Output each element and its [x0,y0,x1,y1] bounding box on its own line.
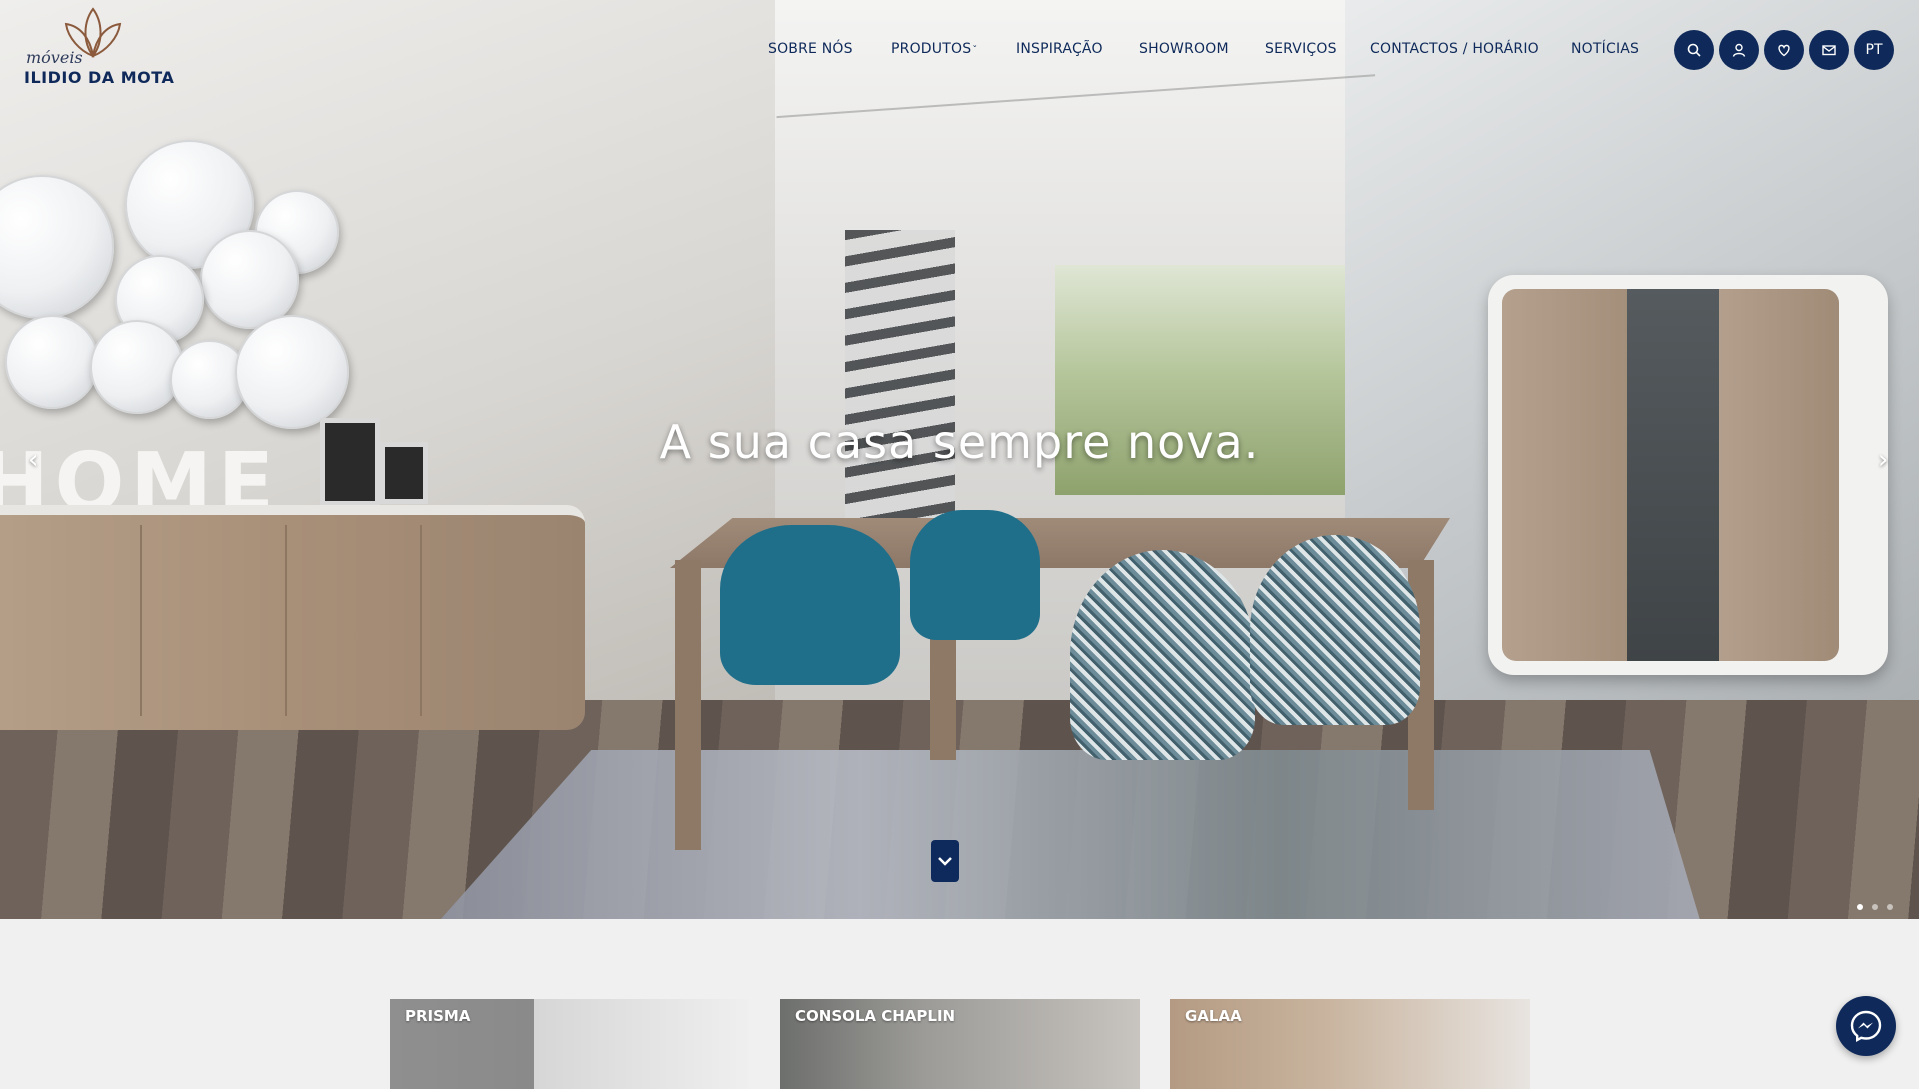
favorites-button[interactable] [1764,30,1804,70]
scroll-down-button[interactable] [931,840,959,882]
account-button[interactable] [1719,30,1759,70]
slider-prev-arrow[interactable]: ‹ [28,445,38,475]
language-selector[interactable]: PT [1854,30,1894,70]
hero-slider: HOME A sua casa sempre nova. ‹ › [0,0,1919,919]
nav-item-inspiracao[interactable]: INSPIRAÇÃO [1016,41,1103,57]
product-card-consola-chaplin[interactable]: CONSOLA CHAPLIN [780,999,1140,1089]
nav-item-produtos[interactable]: PRODUTOSˇ [891,41,977,57]
nav-item-contactos[interactable]: CONTACTOS / HORÁRIO [1370,41,1539,57]
search-icon [1687,43,1701,57]
nav-item-sobre-nos[interactable]: SOBRE NÓS [768,41,853,57]
hero-stairs [845,230,955,560]
mirror [90,320,184,414]
slider-next-arrow[interactable]: › [1878,445,1888,475]
logo-subtitle: móveis [26,48,83,67]
chair [720,525,900,685]
table-leg [675,560,701,850]
messenger-icon [1850,1010,1882,1043]
chevron-down-icon [938,857,952,866]
hero-tagline: A sua casa sempre nova. [659,415,1260,469]
heart-icon [1778,44,1790,57]
display-cabinet [1488,275,1888,675]
chair [1250,535,1420,725]
slider-dot[interactable] [1887,904,1893,910]
mirror [5,315,99,409]
chair [910,510,1040,640]
product-card-prisma[interactable]: PRISMA [390,999,750,1089]
site-logo[interactable]: móveis ILIDIO DA MOTA [24,6,184,87]
contact-button[interactable] [1809,30,1849,70]
nav-item-noticias[interactable]: NOTÍCIAS [1571,41,1639,57]
nav-item-servicos[interactable]: SERVIÇOS [1265,41,1337,57]
mirror [200,230,299,329]
slider-dot[interactable] [1857,904,1863,910]
chevron-down-icon: ˇ [972,45,978,56]
sideboard [0,505,585,730]
user-icon [1732,43,1746,57]
product-card-label: CONSOLA CHAPLIN [795,1007,956,1025]
slider-dot[interactable] [1872,904,1878,910]
logo-title: ILIDIO DA MOTA [24,68,175,87]
slider-pagination [1857,904,1893,910]
products-section: PRISMA CONSOLA CHAPLIN GALAA [0,919,1919,1089]
messenger-chat-button[interactable] [1836,996,1896,1056]
mail-icon [1822,45,1836,56]
chair [1070,550,1255,760]
mirror [235,315,349,429]
product-card-galaa[interactable]: GALAA [1170,999,1530,1089]
hero-rug [440,750,1700,919]
nav-item-showroom[interactable]: SHOWROOM [1139,41,1229,57]
product-card-label: PRISMA [405,1007,471,1025]
product-card-label: GALAA [1185,1007,1242,1025]
search-button[interactable] [1674,30,1714,70]
